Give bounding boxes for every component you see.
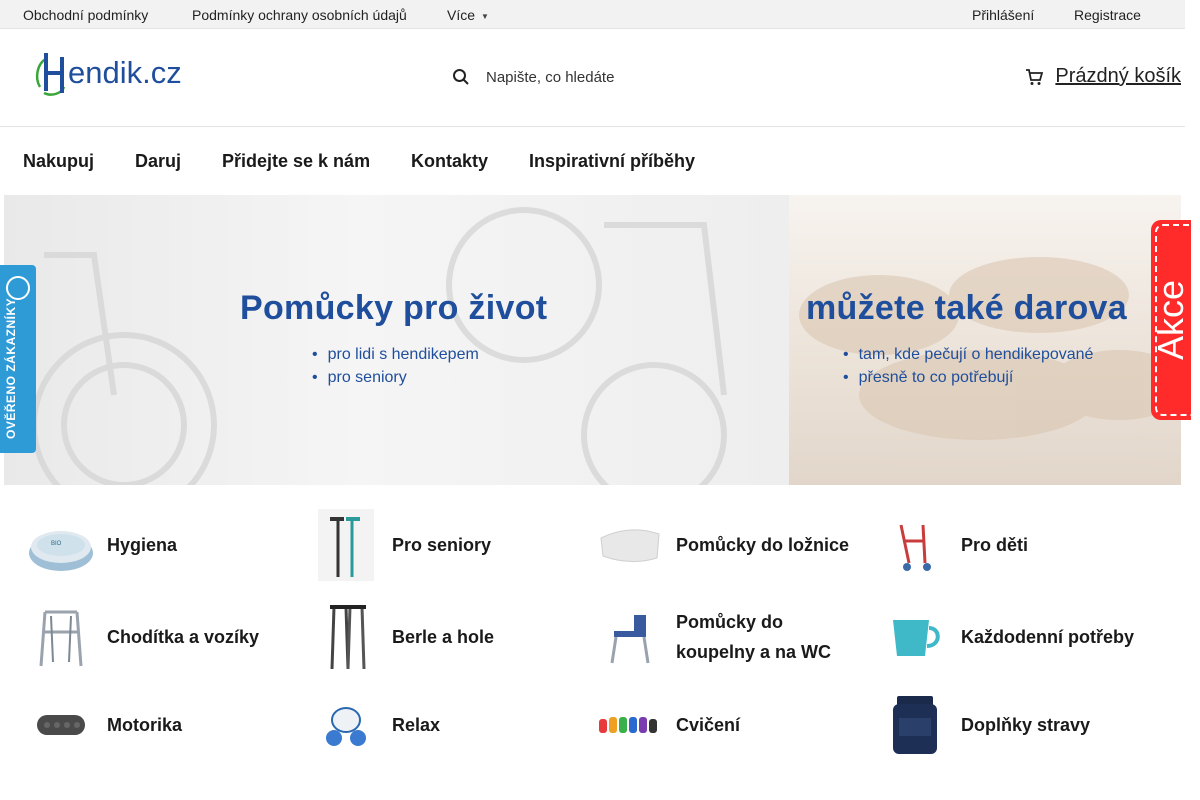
category-label: Doplňky stravy: [961, 715, 1091, 735]
cup-icon: [877, 599, 953, 675]
category-label: Pro seniory: [392, 535, 492, 555]
child-cart-icon: [877, 507, 953, 583]
shower-chair-icon: [592, 599, 668, 675]
logo-graphic: endik.cz: [35, 53, 182, 96]
svg-text:BIO: BIO: [51, 541, 62, 547]
nav-item-nakupuj[interactable]: Nakupuj: [23, 151, 94, 172]
terms-link[interactable]: Obchodní podmínky: [23, 7, 148, 23]
svg-text:endik.cz: endik.cz: [68, 55, 182, 90]
verified-by-customers-badge[interactable]: OVĚŘENO ZÁKAZNÍKY: [0, 265, 36, 453]
privacy-link[interactable]: Podmínky ochrany osobních údajů: [192, 7, 407, 23]
banner-bullet-list: pro lidi s hendikepem pro seniory: [312, 343, 479, 389]
banner-slide-aids[interactable]: Pomůcky pro život pro lidi s hendikepem …: [4, 195, 789, 485]
verified-label: OVĚŘENO ZÁKAZNÍKY: [4, 297, 18, 439]
category-walkers[interactable]: Chodítka a vozíky: [23, 599, 297, 675]
banner-title: Pomůcky pro život: [240, 289, 548, 327]
category-motor-skills[interactable]: Motorika: [23, 687, 297, 763]
cart-label: Prázdný košík: [1055, 65, 1181, 87]
logo[interactable]: endik.cz: [32, 47, 214, 101]
category-bathroom[interactable]: Pomůcky do koupelny a na WC: [592, 599, 866, 675]
ointment-jar-icon: BIO: [23, 507, 99, 583]
category-hygiene[interactable]: BIO Hygiena: [23, 507, 297, 583]
banner-bullet: pro seniory: [312, 366, 479, 389]
more-menu[interactable]: Více ▼: [447, 7, 489, 23]
banner-bullet: tam, kde pečují o hendikepované: [843, 343, 1094, 366]
main-nav: Nakupuj Daruj Přidejte se k nám Kontakty…: [0, 127, 1185, 195]
banner-title: můžete také darova: [806, 289, 1127, 327]
category-label: Berle a hole: [392, 627, 495, 647]
hands-background-image: [799, 257, 1181, 440]
dumbbells-icon: [592, 687, 668, 763]
banner-slide-donate[interactable]: můžete také darova tam, kde pečují o hen…: [789, 195, 1181, 485]
nav-item-contacts[interactable]: Kontakty: [411, 151, 488, 172]
search-icon: [452, 68, 470, 86]
category-seniors[interactable]: Pro seniory: [308, 507, 582, 583]
promo-tab-label: Akce: [1150, 279, 1191, 361]
register-link[interactable]: Registrace: [1074, 7, 1141, 23]
category-bedroom[interactable]: Pomůcky do ložnice: [592, 507, 866, 583]
promo-tab[interactable]: Akce: [1150, 220, 1195, 420]
category-label: Cvičení: [676, 715, 741, 735]
search-input[interactable]: Napište, co hledáte: [486, 69, 614, 86]
category-label: Motorika: [107, 715, 183, 735]
category-label: Pro děti: [961, 535, 1029, 555]
wheelchair-background-image: [31, 207, 727, 485]
crutches-icon: [308, 599, 384, 675]
category-daily-needs[interactable]: Každodenní potřeby: [877, 599, 1151, 675]
verified-seal-icon: [6, 276, 30, 300]
walking-canes-icon: [308, 507, 384, 583]
category-relax[interactable]: Relax: [308, 687, 582, 763]
top-bar: Obchodní podmínky Podmínky ochrany osobn…: [0, 0, 1185, 29]
search-box[interactable]: Napište, co hledáte: [452, 63, 614, 91]
category-label: Hygiena: [107, 535, 178, 555]
massager-icon: [308, 687, 384, 763]
category-children[interactable]: Pro děti: [877, 507, 1151, 583]
login-link[interactable]: Přihlášení: [972, 7, 1034, 23]
massage-roller-icon: [23, 687, 99, 763]
category-exercise[interactable]: Cvičení: [592, 687, 866, 763]
category-crutches[interactable]: Berle a hole: [308, 599, 582, 675]
nav-item-daruj[interactable]: Daruj: [135, 151, 181, 172]
cart-button[interactable]: Prázdný košík: [1025, 65, 1181, 88]
more-label: Více: [447, 7, 476, 23]
pillow-icon: [592, 507, 668, 583]
cart-icon: [1025, 68, 1044, 86]
banner-bullet: pro lidi s hendikepem: [312, 343, 479, 366]
category-label: Pomůcky do ložnice: [676, 535, 850, 555]
category-supplements[interactable]: Doplňky stravy: [877, 687, 1151, 763]
hero-banner[interactable]: Pomůcky pro život pro lidi s hendikepem …: [4, 195, 1181, 485]
supplement-jar-icon: [877, 687, 953, 763]
category-grid: BIO Hygiena Pro seniory Pomůcky do ložni…: [0, 500, 1185, 790]
nav-item-join[interactable]: Přidejte se k nám: [222, 151, 370, 172]
site-header: endik.cz Napište, co hledáte Prázdný koš…: [0, 29, 1185, 127]
walker-icon: [23, 599, 99, 675]
category-label: Každodenní potřeby: [961, 627, 1135, 647]
banner-bullet: přesně to co potřebují: [843, 366, 1093, 389]
category-label: Pomůcky do koupelny a na WC: [676, 612, 832, 662]
category-label: Relax: [392, 715, 441, 735]
chevron-down-icon: ▼: [481, 11, 489, 21]
category-label: Chodítka a vozíky: [107, 627, 260, 647]
nav-item-stories[interactable]: Inspirativní příběhy: [529, 151, 695, 172]
banner-bullet-list: tam, kde pečují o hendikepované přesně t…: [843, 343, 1094, 389]
